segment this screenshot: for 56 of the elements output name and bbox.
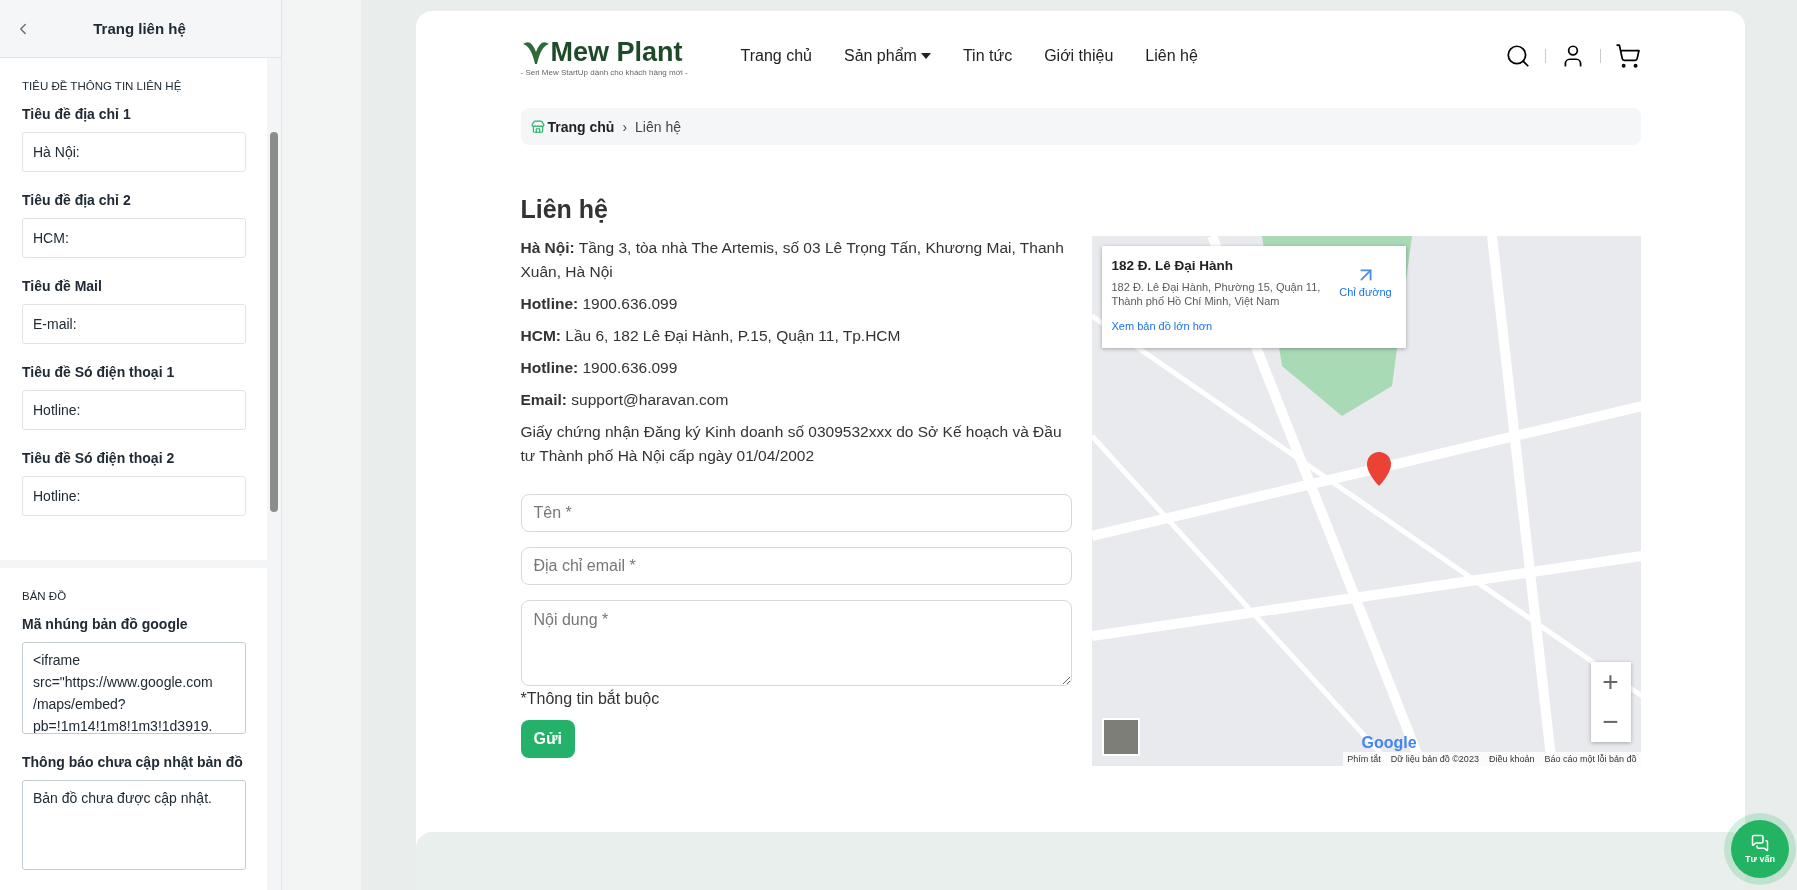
- attribution-link[interactable]: Phím tắt: [1347, 754, 1381, 764]
- code-textarea[interactable]: <iframe src="https://www.google.com /maps/embed? pb=!1m14!1m8!1m3!1d3919.: [22, 642, 246, 734]
- text-field[interactable]: Địa chỉ email *: [520, 547, 1072, 585]
- field-label: Thông báo chưa cập nhật bản đồ: [22, 754, 244, 770]
- nav-link[interactable]: Trang chủ: [740, 47, 812, 65]
- home-icon: [530, 119, 545, 134]
- contact-line: Email: support@haravan.com: [520, 390, 730, 410]
- text-field[interactable]: HCM:: [22, 218, 246, 258]
- zoom-in-button[interactable]: +: [1590, 662, 1631, 702]
- map-placeholder[interactable]: 182 Đ. Lê Đại Hành 182 Đ. Lê Đại Hành, Phường 15, Quận 11, Thành phố Hồ Chí Minh, Việt Nam Xem bản đồ lớn hơn Chỉ đường Google + − Phím tắt Dữ liệu bản đồ ©2023 Điều khoản Báo cáo một lỗi bản đồ: [1091, 236, 1641, 766]
- nav-link[interactable]: Tin tức: [962, 47, 1013, 65]
- field-label: Tiêu đề địa chỉ 1: [22, 106, 132, 122]
- contact-line: Hotline: 1900.636.099: [520, 358, 679, 378]
- license-text: Giấy chứng nhận Đăng ký Kinh doanh số 0309532xxx do Sở Kế hoạch và Đầu tư Thành phố Hà Nội cấp ngày 01/04/2002: [520, 422, 1063, 466]
- logo-tagline: - Seri Mew StartUp dành cho khách hàng mới -: [520, 67, 689, 77]
- field-label: Mã nhúng bản đồ google: [22, 616, 189, 632]
- section-heading: TIÊU ĐỀ THÔNG TIN LIÊN HỆ: [22, 80, 183, 92]
- google-mark: Google: [1361, 734, 1417, 752]
- text-field[interactable]: Tên *: [520, 494, 1072, 532]
- place-address: 182 Đ. Lê Đại Hành, Phường 15, Quận 11, Thành phố Hồ Chí Minh, Việt Nam: [1111, 280, 1322, 308]
- scrollbar[interactable]: [267, 58, 281, 890]
- field-label: Tiêu đề địa chỉ 2: [22, 192, 132, 208]
- message-field[interactable]: Nội dung *: [520, 600, 1072, 686]
- contact-line: Hotline: 1900.636.099: [520, 294, 679, 314]
- attribution-link[interactable]: Điều khoản: [1488, 754, 1535, 764]
- required-note: *Thông tin bắt buộc: [520, 690, 661, 708]
- directions-link[interactable]: Chỉ đường: [1335, 264, 1396, 336]
- breadcrumb-link[interactable]: Trang chủ: [530, 118, 615, 135]
- zoom-out-button[interactable]: −: [1590, 702, 1631, 742]
- breadcrumb-current: Liên hệ: [635, 118, 681, 135]
- attribution-link[interactable]: Dữ liệu bản đồ ©2023: [1390, 754, 1479, 764]
- text-field[interactable]: Hotline:: [22, 390, 246, 430]
- nav-link[interactable]: Giới thiệu: [1044, 47, 1114, 65]
- satellite-thumbnail[interactable]: [1101, 718, 1140, 756]
- text-field[interactable]: E-mail:: [22, 304, 246, 344]
- textarea-field[interactable]: Bản đồ chưa được cập nhật.: [22, 780, 246, 870]
- breadcrumb-separator: ›: [622, 118, 628, 135]
- text-field[interactable]: Hà Nội:: [22, 132, 246, 172]
- text-field[interactable]: Hotline:: [22, 476, 246, 516]
- search-icon[interactable]: [1504, 43, 1531, 69]
- attribution-link[interactable]: Báo cáo một lỗi bản đồ: [1544, 754, 1637, 764]
- chat-bubbles-icon: [1751, 834, 1769, 852]
- place-title: 182 Đ. Lê Đại Hành: [1111, 258, 1235, 273]
- logo[interactable]: Mew Plant - Seri Mew StartUp dành cho khách hàng mới -: [520, 35, 711, 77]
- field-label: Tiêu đề Só điện thoại 2: [22, 450, 176, 466]
- panel-title: Trang liên hệ: [92, 20, 187, 37]
- contact-line: Hà Nội: Tầng 3, tòa nhà The Artemis, số 03 Lê Trọng Tấn, Khương Mai, Thanh Xuân, Hà Nội: [520, 238, 1065, 282]
- page-title: Liên hệ: [520, 195, 609, 224]
- section-heading: BẢN ĐỒ: [22, 590, 68, 602]
- larger-map-link[interactable]: Xem bản đồ lớn hơn: [1111, 320, 1336, 332]
- field-label: Tiêu đề Só điện thoại 1: [22, 364, 176, 380]
- nav-link[interactable]: Liên hệ: [1145, 47, 1198, 65]
- field-label: Tiêu đề Mail: [22, 278, 103, 294]
- contact-line: HCM: Lầu 6, 182 Lê Đại Hành, P.15, Quận 11, Tp.HCM: [520, 326, 902, 346]
- nav-link[interactable]: Sản phẩm: [843, 47, 931, 65]
- cart-icon[interactable]: [1614, 43, 1641, 69]
